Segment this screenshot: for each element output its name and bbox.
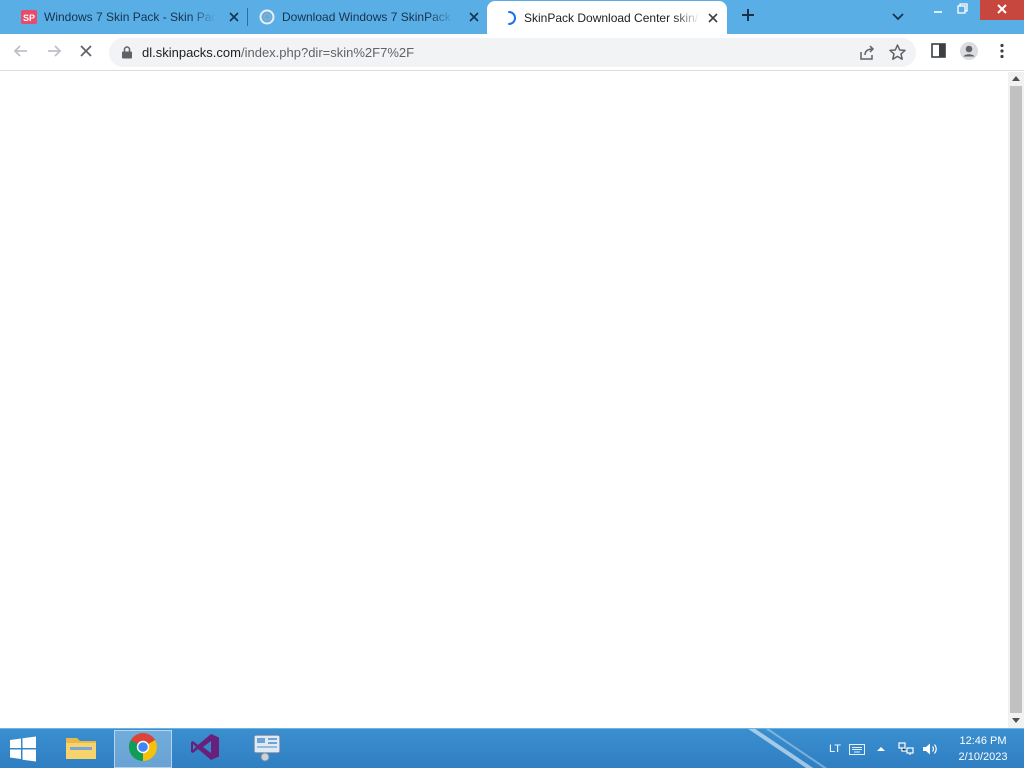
chrome-icon [128, 732, 158, 767]
lock-icon [121, 46, 133, 59]
network-icon[interactable] [897, 729, 915, 768]
taskbar-app-file-explorer[interactable] [52, 730, 110, 768]
tab-title: Download Windows 7 SkinPack - [282, 10, 454, 24]
skinpack-sp-icon: SP [21, 9, 37, 25]
minimize-button[interactable] [928, 0, 948, 20]
svg-text:SP: SP [23, 13, 35, 23]
keyboard-icon[interactable] [848, 729, 866, 768]
close-icon [996, 1, 1008, 19]
new-tab-button[interactable] [737, 6, 759, 28]
clock-time: 12:46 PM [959, 735, 1007, 747]
tab-title: Windows 7 Skin Pack - Skin Pack [44, 10, 216, 24]
close-icon [79, 44, 93, 63]
minimize-icon [933, 1, 943, 19]
page-content [0, 72, 1008, 728]
tab-close-icon[interactable] [226, 9, 242, 25]
start-button[interactable] [8, 734, 38, 764]
stop-loading-button[interactable] [75, 42, 97, 64]
browser-tab[interactable]: Download Windows 7 SkinPack - [248, 0, 488, 34]
restore-button[interactable] [952, 0, 972, 20]
browser-tab[interactable]: SP Windows 7 Skin Pack - Skin Pack [0, 0, 248, 34]
restore-icon [956, 1, 968, 19]
control-panel-icon [251, 732, 283, 767]
tab-search-button[interactable] [888, 8, 908, 26]
tab-close-icon[interactable] [466, 9, 482, 25]
scroll-up-icon[interactable] [1012, 76, 1020, 81]
side-panel-icon [930, 43, 946, 63]
vertical-scrollbar[interactable] [1008, 72, 1024, 728]
more-menu-button[interactable] [991, 42, 1013, 64]
clock-date: 2/10/2023 [958, 751, 1008, 763]
back-button[interactable] [10, 42, 32, 64]
windows-start-icon [8, 736, 38, 768]
arrow-left-icon [13, 43, 29, 64]
tab-title: SkinPack Download Center skin/7 [524, 10, 700, 25]
profile-icon [959, 41, 979, 66]
page-loading-icon [259, 9, 275, 25]
taskbar-app-control-panel[interactable] [238, 730, 296, 768]
address-bar[interactable]: dl.skinpacks.com/index.php?dir=skin%2F7%… [109, 38, 916, 67]
loading-spinner-icon [501, 10, 517, 26]
taskbar-app-chrome[interactable] [114, 730, 172, 768]
url-host: dl.skinpacks.com [142, 45, 241, 60]
taskbar: LT 12:46 PM 2/10/2023 [0, 728, 1024, 768]
arrow-right-icon [46, 43, 62, 64]
forward-button[interactable] [43, 42, 65, 64]
profile-button[interactable] [958, 41, 980, 66]
visual-studio-icon [189, 732, 221, 767]
side-panel-button[interactable] [927, 42, 949, 64]
browser-tab-active[interactable]: SkinPack Download Center skin/7 [487, 1, 727, 34]
more-vert-icon [1000, 43, 1004, 64]
volume-icon[interactable] [920, 729, 940, 768]
star-icon[interactable] [888, 43, 907, 62]
show-hidden-icons-icon[interactable] [874, 729, 888, 768]
url-path: /index.php?dir=skin%2F7%2F [240, 45, 415, 60]
tab-close-icon[interactable] [705, 10, 721, 26]
scrollbar-thumb[interactable] [1010, 86, 1022, 713]
scroll-down-icon[interactable] [1012, 718, 1020, 723]
browser-tab-strip: SP Windows 7 Skin Pack - Skin Pack Downl… [0, 0, 1024, 34]
file-explorer-icon [64, 732, 98, 767]
share-icon[interactable] [858, 44, 876, 62]
browser-toolbar: dl.skinpacks.com/index.php?dir=skin%2F7%… [0, 34, 1024, 71]
chevron-down-icon [892, 8, 904, 26]
url-text[interactable]: dl.skinpacks.com/index.php?dir=skin%2F7%… [142, 45, 414, 60]
system-clock[interactable]: 12:46 PM 2/10/2023 [950, 733, 1016, 765]
plus-icon [741, 8, 755, 27]
taskbar-app-visual-studio[interactable] [176, 730, 234, 768]
language-indicator[interactable]: LT [826, 729, 844, 768]
close-window-button[interactable] [980, 0, 1024, 20]
